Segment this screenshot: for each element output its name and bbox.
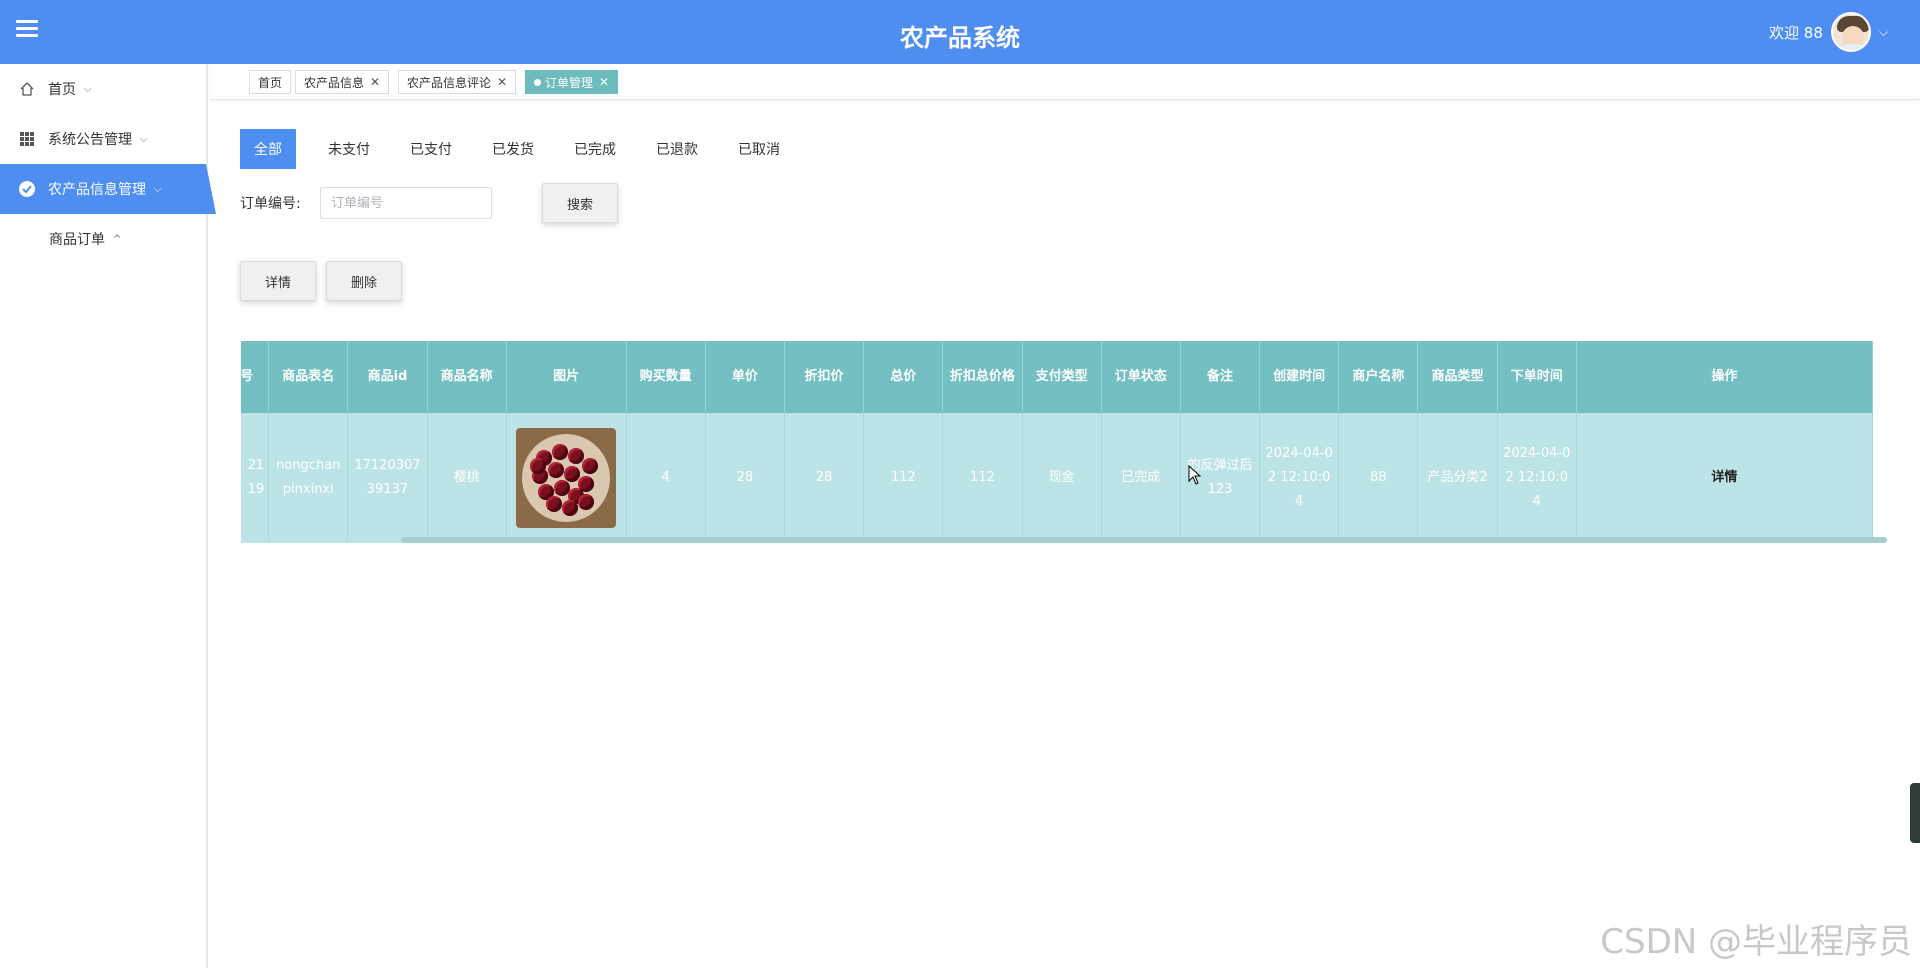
- tab-product-comments[interactable]: 农产品信息评论 ✕: [398, 70, 517, 94]
- column-header[interactable]: 支付类型: [1022, 341, 1102, 413]
- cell-status: 已完成: [1101, 413, 1181, 543]
- welcome-text: 欢迎 88: [1769, 23, 1823, 42]
- sidebar-item-label: 首页: [48, 82, 76, 98]
- sidebar: 首页 ⌵ 系统公告管理 ⌵ 农产品信息管理 ⌵ 商品订单 ^: [0, 64, 216, 968]
- column-header[interactable]: 商品类型: [1417, 341, 1498, 413]
- order-number-input[interactable]: [320, 187, 492, 219]
- table-row[interactable]: 21 19 nongchanpinxinxi 1712030739137 樱桃 …: [241, 413, 1874, 543]
- column-header[interactable]: 折扣总价格: [942, 341, 1023, 413]
- grid-icon: [18, 130, 36, 148]
- cell-no: 21 19: [241, 413, 270, 543]
- top-header: 农产品系统 欢迎 88 ⌵: [0, 0, 1920, 64]
- status-tab-paid[interactable]: 已支付: [396, 129, 466, 169]
- status-tab-refunded[interactable]: 已退款: [642, 129, 712, 169]
- column-header[interactable]: 创建时间: [1259, 341, 1340, 413]
- column-header[interactable]: 商品表名: [268, 341, 349, 413]
- horizontal-scrollbar[interactable]: [401, 537, 1887, 543]
- side-widget-handle[interactable]: [1910, 783, 1920, 843]
- cell-qty: 4: [626, 413, 706, 543]
- tab-orders[interactable]: 订单管理 ✕: [525, 70, 619, 94]
- sidebar-subitem-orders[interactable]: 商品订单 ^: [0, 214, 206, 264]
- cell-discount-price: 28: [784, 413, 865, 543]
- column-header[interactable]: 单价: [705, 341, 785, 413]
- status-tab-cancelled[interactable]: 已取消: [724, 129, 794, 169]
- sidebar-item-label: 农产品信息管理: [48, 182, 146, 198]
- active-dot-icon: [534, 78, 541, 86]
- column-header: 操作: [1576, 341, 1874, 413]
- user-menu[interactable]: 欢迎 88 ⌵: [1769, 10, 1888, 54]
- column-header[interactable]: 订单状态: [1101, 341, 1181, 413]
- cell-pay-type: 现金: [1022, 413, 1102, 543]
- cell-image: [506, 413, 627, 543]
- column-header[interactable]: 折扣价: [784, 341, 865, 413]
- order-number-label: 订单编号:: [240, 196, 301, 212]
- cell-merchant: 88: [1338, 413, 1419, 543]
- tab-label: 订单管理: [545, 75, 594, 90]
- cell-goods-type: 产品分类2: [1417, 413, 1498, 543]
- sidebar-item-home[interactable]: 首页 ⌵: [0, 64, 206, 114]
- detail-button[interactable]: 详情: [240, 261, 316, 301]
- cell-goods-id: 1712030739137: [347, 413, 428, 543]
- chevron-down-icon: ⌵: [140, 133, 148, 145]
- chevron-down-icon[interactable]: ⌵: [1879, 25, 1888, 40]
- home-icon: [18, 80, 36, 98]
- status-tab-all[interactable]: 全部: [240, 129, 296, 169]
- cell-create-time: 2024-04-02 12:10:04: [1259, 413, 1340, 543]
- delete-button[interactable]: 删除: [326, 261, 402, 301]
- column-header[interactable]: 下单时间: [1497, 341, 1577, 413]
- mouse-cursor-icon: [1188, 465, 1202, 485]
- orders-table: 号 商品表名 商品id 商品名称 图片 购买数量 单价 折扣价 总价 折扣总价格…: [241, 341, 1889, 545]
- status-tab-completed[interactable]: 已完成: [560, 129, 630, 169]
- cell-total: 112: [863, 413, 944, 543]
- sidebar-subitem-label: 商品订单: [49, 232, 105, 248]
- column-header[interactable]: 商户名称: [1338, 341, 1419, 413]
- tab-label: 农产品信息: [304, 75, 365, 90]
- column-header[interactable]: 备注: [1180, 341, 1261, 413]
- close-icon[interactable]: ✕: [497, 75, 507, 89]
- watermark: CSDN @毕业程序员: [1600, 922, 1912, 962]
- table-header-row: 号 商品表名 商品id 商品名称 图片 购买数量 单价 折扣价 总价 折扣总价格…: [241, 341, 1874, 413]
- status-tab-shipped[interactable]: 已发货: [478, 129, 548, 169]
- sidebar-item-products[interactable]: 农产品信息管理 ⌵: [0, 164, 216, 214]
- tab-products[interactable]: 农产品信息 ✕: [295, 70, 390, 94]
- column-header[interactable]: 号: [241, 341, 270, 413]
- column-header[interactable]: 商品名称: [427, 341, 507, 413]
- chevron-up-icon: ^: [113, 233, 122, 245]
- tab-home[interactable]: 首页: [249, 70, 292, 94]
- close-icon[interactable]: ✕: [599, 75, 609, 89]
- tabs-bar: 首页 农产品信息 ✕ 农产品信息评论 ✕ 订单管理 ✕: [210, 64, 1920, 100]
- cell-goods-name: 樱桃: [427, 413, 507, 543]
- cell-discount-total: 112: [942, 413, 1023, 543]
- avatar[interactable]: [1830, 12, 1871, 52]
- tab-label: 农产品信息评论: [407, 75, 492, 90]
- column-header[interactable]: 购买数量: [626, 341, 706, 413]
- cell-price: 28: [705, 413, 785, 543]
- column-header[interactable]: 图片: [506, 341, 627, 413]
- column-header[interactable]: 总价: [863, 341, 944, 413]
- column-header[interactable]: 商品id: [347, 341, 428, 413]
- cell-order-time: 2024-04-02 12:10:04: [1497, 413, 1577, 543]
- cherry-product-image[interactable]: [516, 428, 617, 528]
- sidebar-item-announcements[interactable]: 系统公告管理 ⌵: [0, 114, 206, 164]
- tab-label: 首页: [258, 75, 283, 90]
- cell-table-name: nongchanpinxinxi: [268, 413, 349, 543]
- close-icon[interactable]: ✕: [370, 75, 380, 89]
- check-circle-icon: [18, 180, 36, 198]
- sidebar-item-label: 系统公告管理: [48, 132, 132, 148]
- search-button[interactable]: 搜索: [542, 183, 618, 223]
- chevron-down-icon: ⌵: [154, 183, 162, 195]
- chevron-down-icon: ⌵: [84, 83, 92, 95]
- status-tab-unpaid[interactable]: 未支付: [314, 129, 384, 169]
- row-detail-link[interactable]: 详情: [1576, 413, 1874, 543]
- system-title: 农产品系统: [900, 24, 1020, 52]
